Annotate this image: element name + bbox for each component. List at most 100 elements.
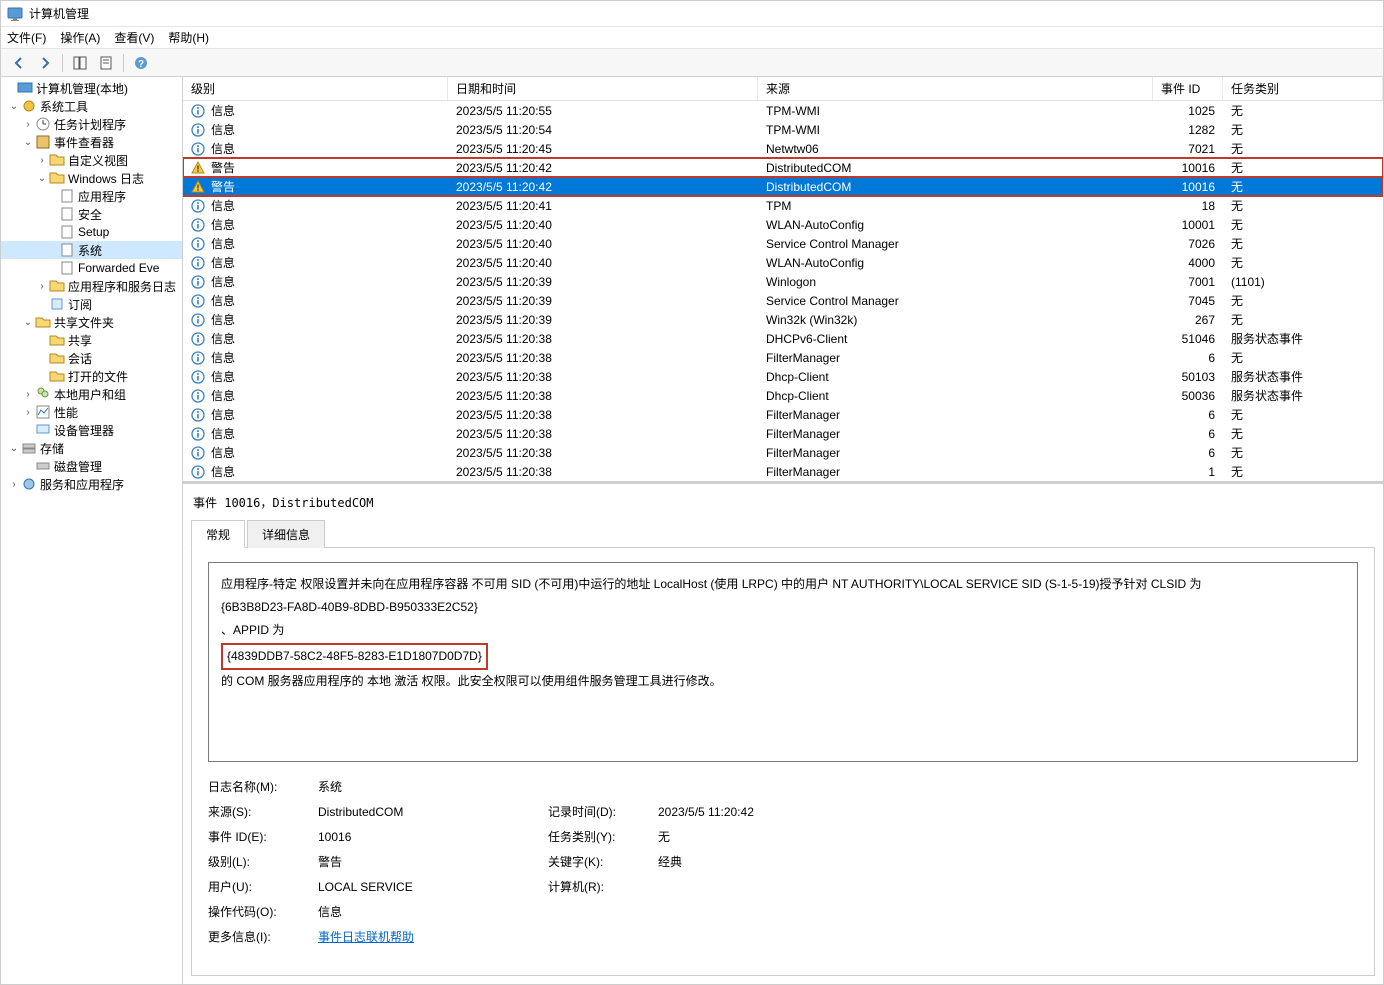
tree-app-service-logs[interactable]: ›应用程序和服务日志 (1, 277, 182, 295)
lab-source: 来源(S): (208, 803, 318, 820)
menu-action[interactable]: 操作(A) (60, 29, 100, 46)
lab-opcode: 操作代码(O): (208, 903, 318, 920)
tree-services-apps[interactable]: ›服务和应用程序 (1, 475, 182, 493)
event-row[interactable]: 信息2023/5/5 11:20:38Dhcp-Client50103服务状态事… (183, 367, 1383, 386)
val-opcode: 信息 (318, 903, 548, 920)
tree-forwarded-log[interactable]: Forwarded Eve (1, 259, 182, 277)
tab-body: 应用程序-特定 权限设置并未向在应用程序容器 不可用 SID (不可用)中运行的… (191, 548, 1375, 976)
help-button[interactable]: ? (129, 52, 153, 74)
titlebar: 计算机管理 (1, 1, 1383, 27)
tree-event-viewer[interactable]: ⌄事件查看器 (1, 133, 182, 151)
info-icon (191, 275, 205, 289)
lab-eventid: 事件 ID(E): (208, 828, 318, 845)
col-datetime[interactable]: 日期和时间 (448, 77, 758, 100)
event-row[interactable]: 信息2023/5/5 11:20:45Netwtw067021无 (183, 139, 1383, 158)
tree-root[interactable]: 计算机管理(本地) (1, 79, 182, 97)
info-icon (191, 294, 205, 308)
event-row[interactable]: 信息2023/5/5 11:20:38Dhcp-Client50036服务状态事… (183, 386, 1383, 405)
info-icon (191, 389, 205, 403)
event-row[interactable]: 信息2023/5/5 11:20:39Winlogon7001(1101) (183, 272, 1383, 291)
val-keywords: 经典 (658, 853, 858, 870)
tree-open-files[interactable]: 打开的文件 (1, 367, 182, 385)
properties-button[interactable] (94, 52, 118, 74)
event-row[interactable]: 信息2023/5/5 11:20:38DHCPv6-Client51046服务状… (183, 329, 1383, 348)
val-level: 警告 (318, 853, 548, 870)
link-online-help[interactable]: 事件日志联机帮助 (318, 930, 414, 944)
menu-file[interactable]: 文件(F) (7, 29, 46, 46)
tree-app-log[interactable]: 应用程序 (1, 187, 182, 205)
event-row[interactable]: 信息2023/5/5 11:20:38FilterManager6无 (183, 443, 1383, 462)
info-icon (191, 427, 205, 441)
val-logged: 2023/5/5 11:20:42 (658, 805, 858, 819)
info-icon (191, 465, 205, 479)
tree-windows-logs[interactable]: ⌄Windows 日志 (1, 169, 182, 187)
lab-category: 任务类别(Y): (548, 828, 658, 845)
tab-general[interactable]: 常规 (191, 520, 245, 548)
col-category[interactable]: 任务类别 (1223, 77, 1383, 100)
event-row[interactable]: 信息2023/5/5 11:20:41TPM18无 (183, 196, 1383, 215)
warning-icon (191, 180, 205, 194)
val-user: LOCAL SERVICE (318, 880, 548, 894)
event-row[interactable]: 信息2023/5/5 11:20:40Service Control Manag… (183, 234, 1383, 253)
tree-setup-log[interactable]: Setup (1, 223, 182, 241)
info-icon (191, 256, 205, 270)
tree-task-scheduler[interactable]: ›任务计划程序 (1, 115, 182, 133)
tree-shared-folders[interactable]: ⌄共享文件夹 (1, 313, 182, 331)
event-row[interactable]: 信息2023/5/5 11:20:40WLAN-AutoConfig10001无 (183, 215, 1383, 234)
tree-security-log[interactable]: 安全 (1, 205, 182, 223)
info-icon (191, 123, 205, 137)
svg-text:?: ? (138, 59, 144, 70)
tree-storage[interactable]: ⌄存储 (1, 439, 182, 457)
main-panel: 级别 日期和时间 来源 事件 ID 任务类别 信息2023/5/5 11:20:… (183, 77, 1383, 984)
menubar: 文件(F) 操作(A) 查看(V) 帮助(H) (1, 27, 1383, 49)
nav-tree[interactable]: 计算机管理(本地) ⌄系统工具 ›任务计划程序 ⌄事件查看器 ›自定义视图 ⌄W… (1, 77, 183, 984)
app-icon (7, 6, 23, 22)
tree-device-manager[interactable]: 设备管理器 (1, 421, 182, 439)
forward-button[interactable] (33, 52, 57, 74)
lab-logname: 日志名称(M): (208, 778, 318, 795)
col-source[interactable]: 来源 (758, 77, 1153, 100)
tree-sessions[interactable]: 会话 (1, 349, 182, 367)
info-icon (191, 408, 205, 422)
info-icon (191, 313, 205, 327)
tree-custom-views[interactable]: ›自定义视图 (1, 151, 182, 169)
toolbar: ? (1, 49, 1383, 77)
event-row[interactable]: 警告2023/5/5 11:20:42DistributedCOM10016无 (183, 158, 1383, 177)
info-icon (191, 332, 205, 346)
tree-disk-management[interactable]: 磁盘管理 (1, 457, 182, 475)
tab-details[interactable]: 详细信息 (247, 520, 325, 548)
event-row[interactable]: 信息2023/5/5 11:20:38FilterManager6无 (183, 405, 1383, 424)
tree-subscriptions[interactable]: 订阅 (1, 295, 182, 313)
toolbar-separator (123, 54, 124, 72)
info-icon (191, 218, 205, 232)
event-row[interactable]: 信息2023/5/5 11:20:38FilterManager1无 (183, 462, 1383, 481)
back-button[interactable] (7, 52, 31, 74)
event-row[interactable]: 信息2023/5/5 11:20:38FilterManager6无 (183, 424, 1383, 443)
event-row[interactable]: 警告2023/5/5 11:20:42DistributedCOM10016无 (183, 177, 1383, 196)
val-source: DistributedCOM (318, 805, 548, 819)
event-row[interactable]: 信息2023/5/5 11:20:38FilterManager6无 (183, 348, 1383, 367)
tree-system-log[interactable]: 系统 (1, 241, 182, 259)
col-eventid[interactable]: 事件 ID (1153, 77, 1223, 100)
info-icon (191, 351, 205, 365)
tree-local-users[interactable]: ›本地用户和组 (1, 385, 182, 403)
tree-system-tools[interactable]: ⌄系统工具 (1, 97, 182, 115)
event-row[interactable]: 信息2023/5/5 11:20:39Service Control Manag… (183, 291, 1383, 310)
menu-help[interactable]: 帮助(H) (168, 29, 209, 46)
detail-title: 事件 10016，DistributedCOM (191, 490, 1375, 519)
event-row[interactable]: 信息2023/5/5 11:20:55TPM-WMI1025无 (183, 101, 1383, 120)
tree-shares[interactable]: 共享 (1, 331, 182, 349)
event-row[interactable]: 信息2023/5/5 11:20:54TPM-WMI1282无 (183, 120, 1383, 139)
val-eventid: 10016 (318, 830, 548, 844)
lab-level: 级别(L): (208, 853, 318, 870)
show-hide-tree-button[interactable] (68, 52, 92, 74)
info-icon (191, 446, 205, 460)
col-level[interactable]: 级别 (183, 77, 448, 100)
toolbar-separator (62, 54, 63, 72)
detail-pane: 事件 10016，DistributedCOM 常规 详细信息 应用程序-特定 … (183, 484, 1383, 984)
event-row[interactable]: 信息2023/5/5 11:20:40WLAN-AutoConfig4000无 (183, 253, 1383, 272)
tree-performance[interactable]: ›性能 (1, 403, 182, 421)
event-row[interactable]: 信息2023/5/5 11:20:39Win32k (Win32k)267无 (183, 310, 1383, 329)
event-grid[interactable]: 级别 日期和时间 来源 事件 ID 任务类别 信息2023/5/5 11:20:… (183, 77, 1383, 484)
menu-view[interactable]: 查看(V) (114, 29, 154, 46)
